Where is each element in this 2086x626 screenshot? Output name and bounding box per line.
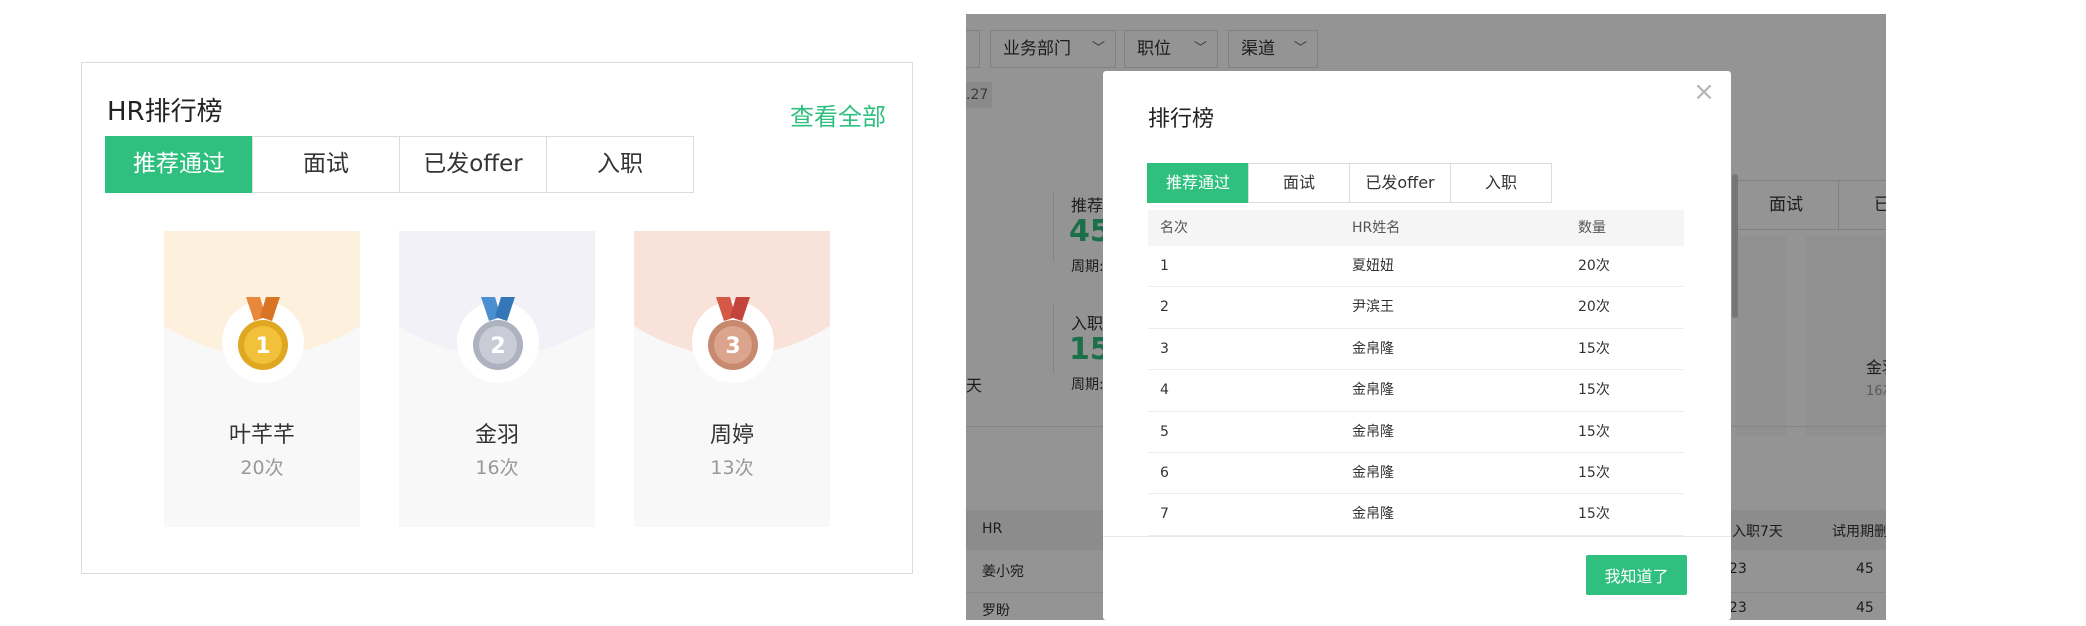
medal-ribbon-right xyxy=(495,297,515,321)
cell-rank: 7 xyxy=(1160,506,1169,523)
cell-hr-name: 尹滨王 xyxy=(1352,299,1394,316)
medal-rank: 2 xyxy=(490,334,505,359)
podium-count: 16次 xyxy=(475,457,519,479)
cell-rank: 4 xyxy=(1160,382,1169,399)
cell-rank: 6 xyxy=(1160,464,1169,481)
cell-count: 15次 xyxy=(1578,464,1610,481)
cell-rank: 3 xyxy=(1160,340,1169,357)
cell-rank: 2 xyxy=(1160,299,1169,316)
table-row: 5 金帛隆 15次 xyxy=(1148,412,1684,453)
leaderboard-tabs: 推荐通过 面试 已发offer 入职 xyxy=(105,136,694,193)
close-icon[interactable]: × xyxy=(1689,77,1719,107)
podium-rank-3: 3 周婷 13次 xyxy=(634,231,830,527)
tab-recommend-passed[interactable]: 推荐通过 xyxy=(1147,163,1249,203)
medal-rank: 1 xyxy=(255,334,270,359)
table-row: 1 夏妞妞 20次 xyxy=(1148,246,1684,288)
acknowledge-button[interactable]: 我知道了 xyxy=(1586,555,1687,595)
cell-count: 15次 xyxy=(1578,382,1610,399)
view-all-link[interactable]: 查看全部 xyxy=(790,97,886,132)
cell-hr-name: 夏妞妞 xyxy=(1352,258,1394,274)
column-header-rank: 名次 xyxy=(1160,220,1188,236)
tab-recommend-passed[interactable]: 推荐通过 xyxy=(105,136,253,193)
silver-medal-icon: 2 xyxy=(473,297,523,370)
medal-ribbon-right xyxy=(260,297,280,321)
ranking-modal-screenshot: 业务部门 ﹀ 职位 ﹀ 渠道 ﹀ .27 推荐 45 周期: 入职 15 周期:… xyxy=(966,14,1886,620)
modal-title: 排行榜 xyxy=(1148,107,1215,132)
modal-tabs: 推荐通过 面试 已发offer 入职 xyxy=(1147,163,1552,203)
cell-hr-name: 金帛隆 xyxy=(1352,464,1394,481)
tab-interview[interactable]: 面试 xyxy=(252,136,400,193)
gold-medal-icon: 1 xyxy=(238,297,288,370)
cell-hr-name: 金帛隆 xyxy=(1352,506,1394,523)
podium-rank-1: 1 叶芊芊 20次 xyxy=(164,231,360,527)
cell-hr-name: 金帛隆 xyxy=(1352,382,1394,399)
cell-rank: 1 xyxy=(1160,258,1169,274)
tab-offer-sent[interactable]: 已发offer xyxy=(1349,163,1451,203)
podium-name: 叶芊芊 xyxy=(228,423,295,448)
table-row: 3 金帛隆 15次 xyxy=(1148,329,1684,371)
podium-name: 周婷 xyxy=(709,423,754,448)
cell-hr-name: 金帛隆 xyxy=(1352,340,1394,357)
medal-rank: 3 xyxy=(725,334,740,359)
bronze-medal-icon: 3 xyxy=(708,297,758,370)
tab-onboard[interactable]: 入职 xyxy=(1450,163,1552,203)
podium-rank-2: 2 金羽 16次 xyxy=(399,231,595,527)
tab-onboard[interactable]: 入职 xyxy=(546,136,694,193)
card-title: HR排行榜 xyxy=(107,97,223,127)
cell-count: 20次 xyxy=(1578,258,1610,274)
table-row: 4 金帛隆 15次 xyxy=(1148,370,1684,412)
cell-rank: 5 xyxy=(1160,423,1169,440)
medal-ribbon-right xyxy=(730,297,750,321)
cell-count: 15次 xyxy=(1578,423,1610,440)
podium-count: 20次 xyxy=(240,457,284,479)
tab-offer-sent[interactable]: 已发offer xyxy=(399,136,547,193)
modal-footer-divider xyxy=(1103,536,1731,537)
podium-name: 金羽 xyxy=(474,423,519,448)
table-row: 7 金帛隆 15次 xyxy=(1148,494,1684,536)
tab-interview[interactable]: 面试 xyxy=(1248,163,1350,203)
table-header: 名次 HR姓名 数量 xyxy=(1148,210,1684,246)
cell-count: 15次 xyxy=(1578,506,1610,523)
column-header-hr-name: HR姓名 xyxy=(1352,220,1401,236)
hr-leaderboard-card: HR排行榜 查看全部 推荐通过 面试 已发offer 入职 1 叶芊芊 20次 xyxy=(81,62,913,574)
podium-count: 13次 xyxy=(710,457,754,479)
cell-hr-name: 金帛隆 xyxy=(1352,423,1394,440)
cell-count: 15次 xyxy=(1578,340,1610,357)
table-row: 6 金帛隆 15次 xyxy=(1148,453,1684,495)
column-header-count: 数量 xyxy=(1578,220,1606,236)
scrollbar[interactable] xyxy=(1732,174,1738,318)
ranking-table: 名次 HR姓名 数量 1 夏妞妞 20次 2 尹滨王 20次 3 金帛隆 15次… xyxy=(1148,210,1684,536)
ranking-modal: 排行榜 × 推荐通过 面试 已发offer 入职 名次 HR姓名 数量 1 夏妞… xyxy=(1103,71,1738,620)
cell-count: 20次 xyxy=(1578,299,1610,316)
table-row: 2 尹滨王 20次 xyxy=(1148,287,1684,329)
